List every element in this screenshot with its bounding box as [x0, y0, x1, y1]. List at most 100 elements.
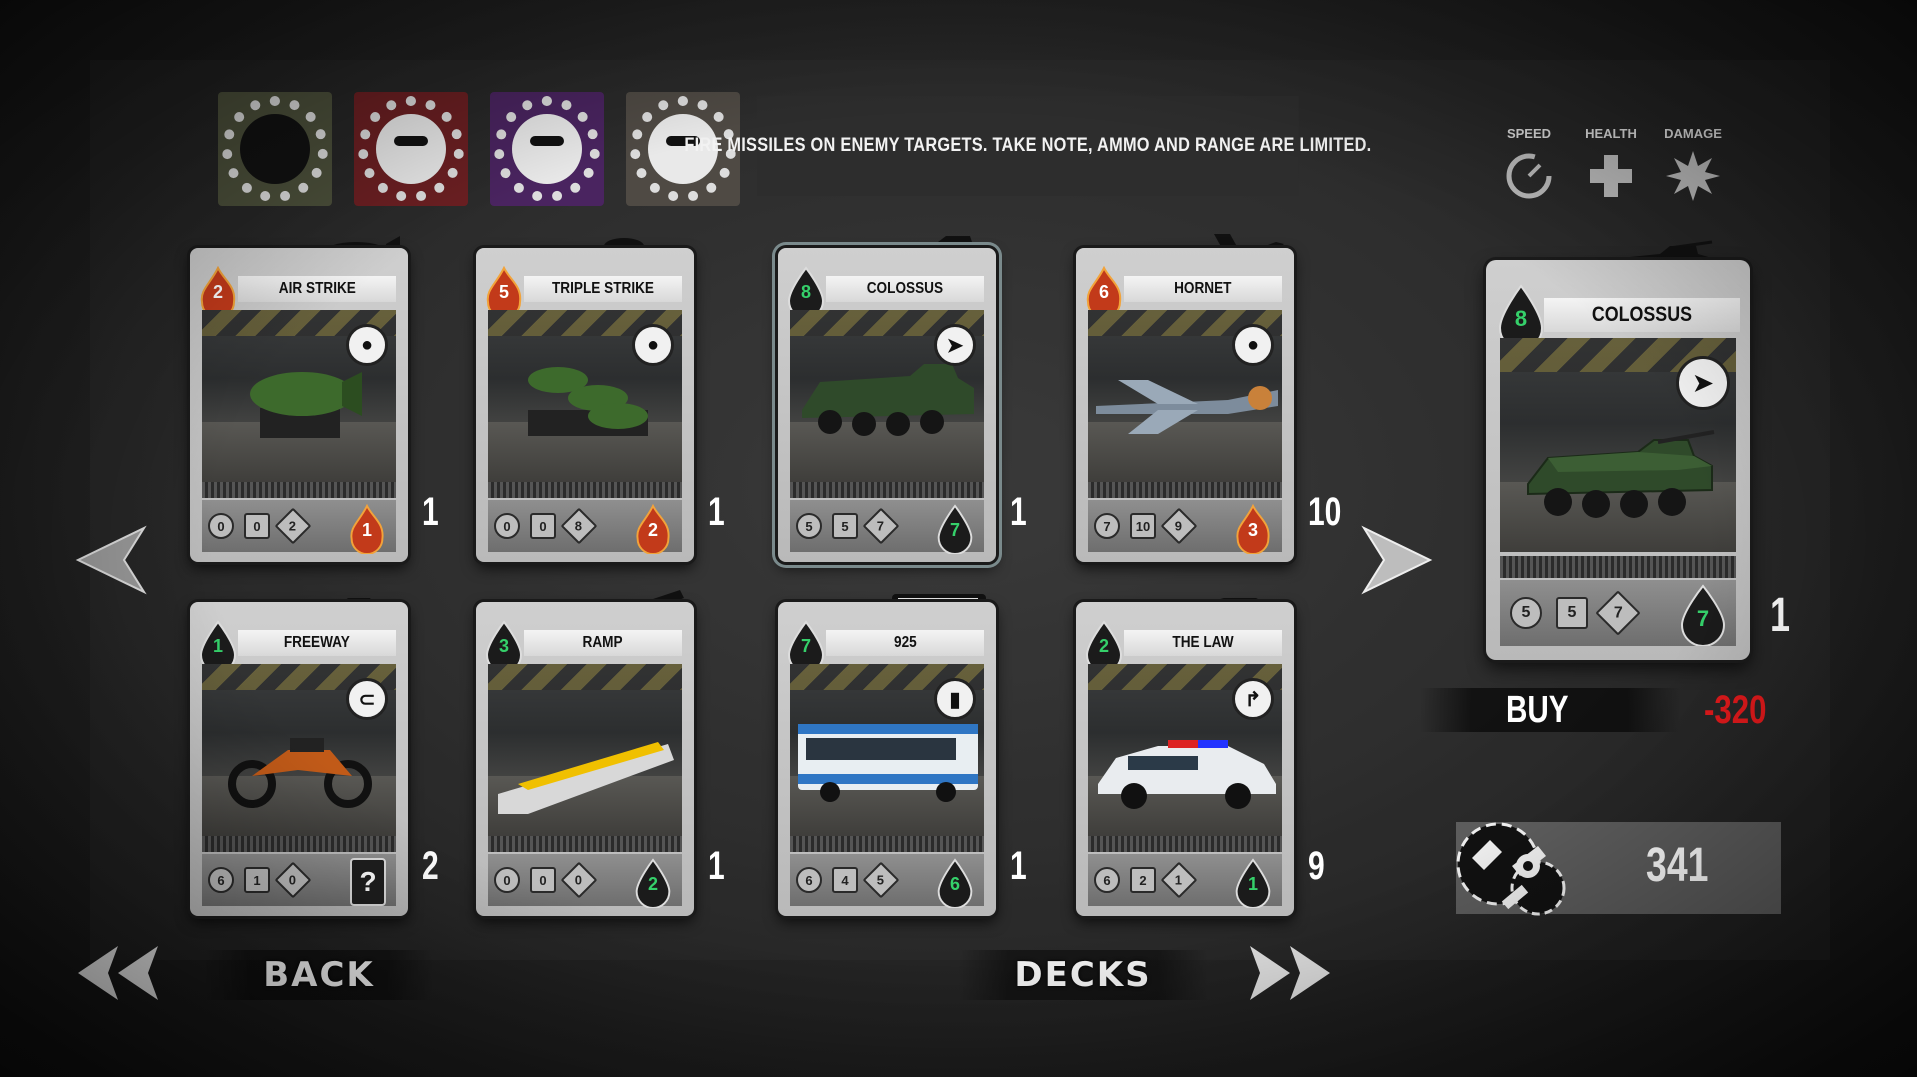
health-stat: 1 [244, 867, 270, 893]
damage-value: 1 [1175, 872, 1183, 888]
speed-label: SPEED [1506, 126, 1552, 141]
buy-button[interactable]: BUY [1506, 688, 1586, 732]
next-page-arrow-icon[interactable] [1356, 520, 1436, 600]
gang-avatar-1[interactable] [218, 92, 332, 206]
card-grille [488, 836, 682, 852]
card-grille [1088, 482, 1282, 498]
health-stat: 10 [1130, 513, 1156, 539]
health-stat: 2 [1130, 867, 1156, 893]
detail-health-value: 5 [1567, 604, 1577, 621]
card-bottom-value: 6 [949, 874, 960, 894]
card-title-plate: COLOSSUS [826, 276, 984, 302]
gears-bolts-currency-icon [1456, 822, 1566, 916]
health-stat: 0 [530, 867, 556, 893]
decks-button[interactable]: DECKS [958, 950, 1208, 1000]
detail-grille [1500, 556, 1736, 578]
card-bottom-badge: 3 [1232, 503, 1274, 555]
bomb-icon: ● [1232, 324, 1274, 366]
damage-burst-icon [1666, 151, 1720, 201]
card-grille [488, 482, 682, 498]
card-title-plate: FREEWAY [238, 630, 396, 656]
health-value: 0 [253, 518, 261, 534]
card-triple-strike[interactable]: 5 TRIPLE STRIKE ● 0 0 8 2 1 [476, 232, 725, 562]
card-title: 925 [893, 634, 917, 651]
speed-stat: 5 [796, 513, 822, 539]
speed-value: 6 [217, 872, 225, 888]
card-title-plate: TRIPLE STRIKE [524, 276, 682, 302]
card-owned-count: 2 [422, 844, 439, 888]
card-bottom-badge: 7 [934, 504, 976, 555]
card-owned-count: 1 [1010, 844, 1027, 888]
prev-page-arrow-icon[interactable] [72, 520, 152, 600]
card-grille [1088, 836, 1282, 852]
card-owned-count: 9 [1308, 844, 1325, 888]
speed-stat: 7 [1094, 513, 1120, 539]
damage-value: 9 [1175, 518, 1183, 534]
card-bottom-value: 1 [361, 520, 372, 540]
card-art [488, 664, 682, 836]
card-colossus[interactable]: 8 COLOSSUS ➤ 5 5 7 7 1 [778, 232, 1027, 562]
health-value: 5 [841, 518, 849, 534]
damage-value: 5 [877, 872, 885, 888]
card-title-plate: 925 [826, 630, 984, 656]
card-title: TRIPLE STRIKE [551, 280, 654, 297]
card-air-strike[interactable]: 2 AIR STRIKE ● 0 0 2 1 1 [190, 232, 439, 562]
back-double-arrow-icon[interactable] [76, 942, 162, 1004]
damage-label: DAMAGE [1664, 126, 1722, 141]
buy-label: BUY [1506, 688, 1569, 731]
speed-value: 0 [503, 872, 511, 888]
health-value: 4 [841, 872, 849, 888]
health-value: 10 [1135, 518, 1151, 534]
oni-mask-icon [512, 114, 582, 184]
detail-title: COLOSSUS [1591, 303, 1693, 326]
legend-speed: SPEED [1500, 126, 1558, 208]
card-bottom-value: ? [359, 866, 377, 897]
card-title-plate: AIR STRIKE [238, 276, 396, 302]
detail-bottom-value: 7 [1696, 606, 1710, 631]
card-cost-value: 2 [212, 282, 223, 302]
card-ramp[interactable]: 3 RAMP 0 0 0 2 1 [476, 586, 725, 916]
health-stat: 0 [244, 513, 270, 539]
card-owned-count: 1 [708, 490, 725, 534]
gang-avatar-3[interactable] [490, 92, 604, 206]
card-bottom-badge: 1 [346, 503, 388, 555]
card-hornet[interactable]: 6 HORNET ● 7 10 9 3 10 [1076, 232, 1341, 562]
card-bottom-badge: 2 [632, 858, 674, 909]
card-owned-count: 1 [708, 844, 725, 888]
speed-stat: 0 [208, 513, 234, 539]
selected-card-detail: 8 COLOSSUS ➤ 5 5 7 7 1 [1486, 240, 1790, 660]
card-grille [790, 836, 984, 852]
damage-value: 7 [877, 518, 885, 534]
health-cross-icon [1590, 155, 1632, 197]
health-label: HEALTH [1585, 126, 1637, 141]
health-value: 2 [1139, 872, 1147, 888]
card-the-law[interactable]: 2 THE LAW ↱ 6 2 1 1 9 [1076, 586, 1325, 916]
speed-stat: 6 [208, 867, 234, 893]
gang-avatar-2[interactable] [354, 92, 468, 206]
back-button[interactable]: BACK [204, 950, 434, 1000]
health-value: 0 [539, 872, 547, 888]
detail-title-plate: COLOSSUS [1544, 298, 1740, 332]
card-bottom-badge: 6 [934, 858, 976, 909]
card-freeway[interactable]: 1 FREEWAY ⊂ 6 1 0 ? 2 [190, 586, 439, 916]
card-cost-value: 5 [498, 282, 509, 302]
card-925[interactable]: 7 925 ▮ 6 4 5 6 1 [778, 586, 1027, 916]
card-title: HORNET [1174, 280, 1232, 297]
damage-value: 0 [575, 872, 583, 888]
speed-stat: 0 [494, 867, 520, 893]
damage-value: 8 [575, 518, 583, 534]
card-bottom-value: 7 [949, 520, 960, 540]
damage-value: 0 [289, 872, 297, 888]
detail-cost-value: 8 [1514, 306, 1528, 331]
detail-owned-count: 1 [1770, 589, 1791, 642]
speedometer-icon [1506, 153, 1552, 199]
turn-icon: ↱ [1232, 678, 1274, 720]
battery-icon: ▮ [934, 678, 976, 720]
card-bottom-value: 3 [1247, 520, 1258, 540]
detail-damage-value: 7 [1613, 604, 1623, 621]
speed-value: 6 [1103, 872, 1111, 888]
speed-stat: 6 [1094, 867, 1120, 893]
card-description: FIRE MISSILES ON ENEMY TARGETS. TAKE NOT… [684, 96, 1371, 196]
legend-damage: DAMAGE [1664, 126, 1722, 208]
decks-double-arrow-icon[interactable] [1246, 942, 1332, 1004]
